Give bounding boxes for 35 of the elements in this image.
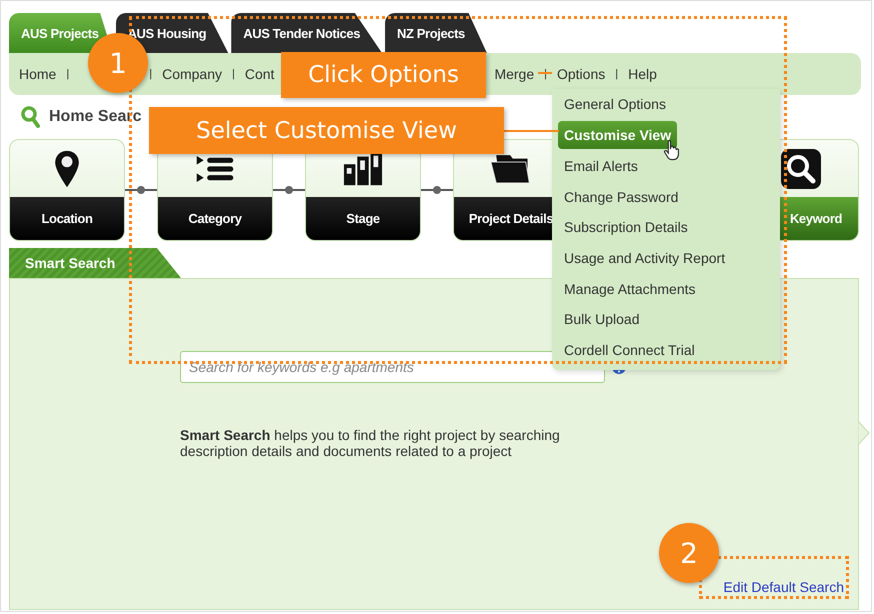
edit-default-search-link[interactable]: Edit Default Search xyxy=(723,579,844,595)
step-label: Location xyxy=(10,197,124,240)
nav-link[interactable]: Merge xyxy=(494,66,534,82)
menu-item[interactable]: Bulk Upload xyxy=(558,304,646,335)
search-icon xyxy=(781,148,821,188)
separator: | xyxy=(232,68,235,80)
project-tab[interactable]: AUS Tender Notices xyxy=(231,13,382,53)
project-tab[interactable]: NZ Projects xyxy=(385,13,487,53)
nav-link[interactable]: Company xyxy=(162,66,222,82)
separator: | xyxy=(615,68,618,80)
search-icon xyxy=(21,106,41,128)
connector xyxy=(421,185,453,195)
leader-line xyxy=(503,130,559,132)
menu-item[interactable]: Manage Attachments xyxy=(558,273,702,304)
callout-tooltip: Click Options xyxy=(281,52,486,98)
callout-tooltip: Select Customise View xyxy=(149,107,504,154)
step-label: Category xyxy=(158,197,272,240)
separator: | xyxy=(149,68,152,80)
section-tab[interactable]: Smart Search xyxy=(9,248,181,278)
nav-link[interactable]: Options xyxy=(556,66,606,82)
menu-item[interactable]: Customise View xyxy=(558,120,678,149)
connector xyxy=(125,185,157,195)
nav-link[interactable]: Help xyxy=(628,66,657,82)
step-card[interactable]: Location xyxy=(9,139,125,241)
hand-cursor-icon xyxy=(663,139,680,161)
leader-line xyxy=(538,72,552,74)
menu-item[interactable]: General Options xyxy=(558,89,672,120)
page-heading: Home Searc xyxy=(49,108,142,126)
connector xyxy=(273,185,305,195)
nav-link[interactable]: Cont xyxy=(244,66,274,82)
description-text: Smart Search helps you to find the right project by searching description details and documents related to a project xyxy=(180,427,561,459)
menu-item[interactable]: Usage and Activity Report xyxy=(558,242,732,274)
separator: | xyxy=(66,68,70,80)
step-label: Stage xyxy=(306,197,420,240)
nav-link[interactable]: Home xyxy=(19,66,56,82)
